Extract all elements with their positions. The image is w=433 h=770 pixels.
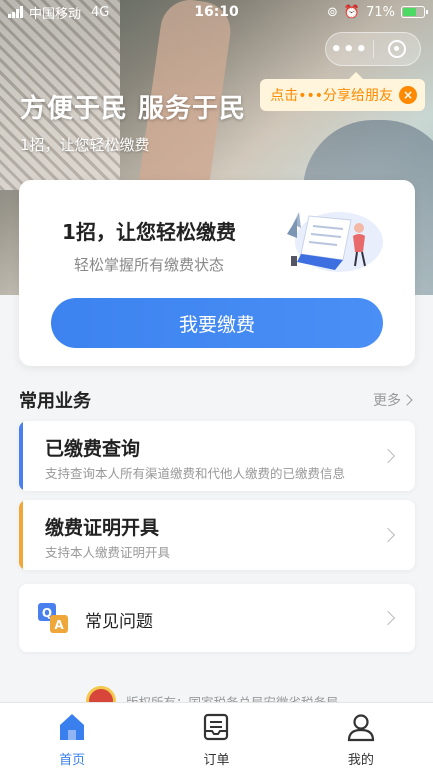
share-tip-close-icon[interactable]: × [399, 86, 417, 104]
tab-home[interactable]: 首页 [0, 703, 144, 770]
network-label: 4G [91, 4, 110, 20]
pay-now-button[interactable]: 我要缴费 [51, 298, 383, 348]
payment-illustration-icon [287, 212, 383, 272]
more-services-link[interactable]: 更多 [373, 390, 413, 410]
lock-rotation-icon: ⊚ [327, 4, 338, 20]
clock: 16:10 [194, 4, 239, 20]
hero-title: 方便于民 服务于民 [20, 94, 247, 124]
qa-icon: Q A [38, 603, 68, 633]
alarm-icon: ⏰ [343, 4, 361, 20]
service-item-paid-query[interactable]: 已缴费查询 支持查询本人所有渠道缴费和代他人缴费的已缴费信息 [19, 421, 415, 491]
accent-bar [19, 500, 23, 570]
accent-bar [19, 421, 23, 491]
svg-text:A: A [54, 618, 64, 632]
service-name: 已缴费查询 [45, 438, 141, 460]
payment-card: 1招，让您轻松缴费 轻松掌握所有缴费状态 我要缴费 [19, 180, 415, 366]
share-tip-text: 点击•••分享给朋友 [270, 88, 393, 104]
service-item-payment-certificate[interactable]: 缴费证明开具 支持本人缴费证明开具 [19, 500, 415, 570]
service-name: 缴费证明开具 [45, 517, 160, 539]
close-miniprogram-button[interactable] [374, 40, 421, 58]
chevron-right-icon [380, 610, 396, 626]
section-title-common-services: 常用业务 [19, 391, 91, 412]
chevron-right-icon [380, 527, 396, 543]
more-menu-button[interactable]: ••• [326, 39, 373, 60]
service-description: 支持查询本人所有渠道缴费和代他人缴费的已缴费信息 [45, 466, 346, 481]
home-icon [60, 714, 85, 740]
more-label: 更多 [373, 393, 401, 409]
card-title: 1招，让您轻松缴费 [62, 220, 236, 244]
profile-icon [347, 714, 374, 742]
chevron-right-icon [380, 448, 396, 464]
carrier-label: 中国移动 [29, 6, 82, 22]
close-circle-icon [387, 40, 406, 58]
order-icon [204, 713, 229, 741]
service-description: 支持本人缴费证明开具 [45, 545, 171, 560]
share-tip[interactable]: 点击•••分享给朋友 × [260, 72, 425, 111]
status-bar: 中国移动 4G 16:10 ⊚ ⏰ 71% [0, 0, 433, 24]
miniprogram-capsule: ••• [325, 32, 421, 66]
faq-item[interactable]: Q A 常见问题 [19, 584, 415, 652]
tab-profile[interactable]: 我的 [289, 703, 433, 770]
tab-orders[interactable]: 订单 [144, 703, 288, 770]
faq-label: 常见问题 [85, 612, 153, 632]
tab-label: 订单 [203, 753, 230, 768]
tab-label: 我的 [347, 753, 374, 768]
card-subtitle: 轻松掌握所有缴费状态 [74, 256, 225, 274]
tab-bar: 首页 订单 我的 [0, 702, 433, 770]
battery-icon [401, 6, 428, 18]
battery-percent: 71% [366, 4, 395, 20]
chevron-right-icon [401, 394, 413, 406]
hero-subtitle: 1招，让您轻松缴费 [20, 136, 150, 154]
signal-icon [8, 6, 23, 18]
tab-label: 首页 [59, 753, 86, 768]
